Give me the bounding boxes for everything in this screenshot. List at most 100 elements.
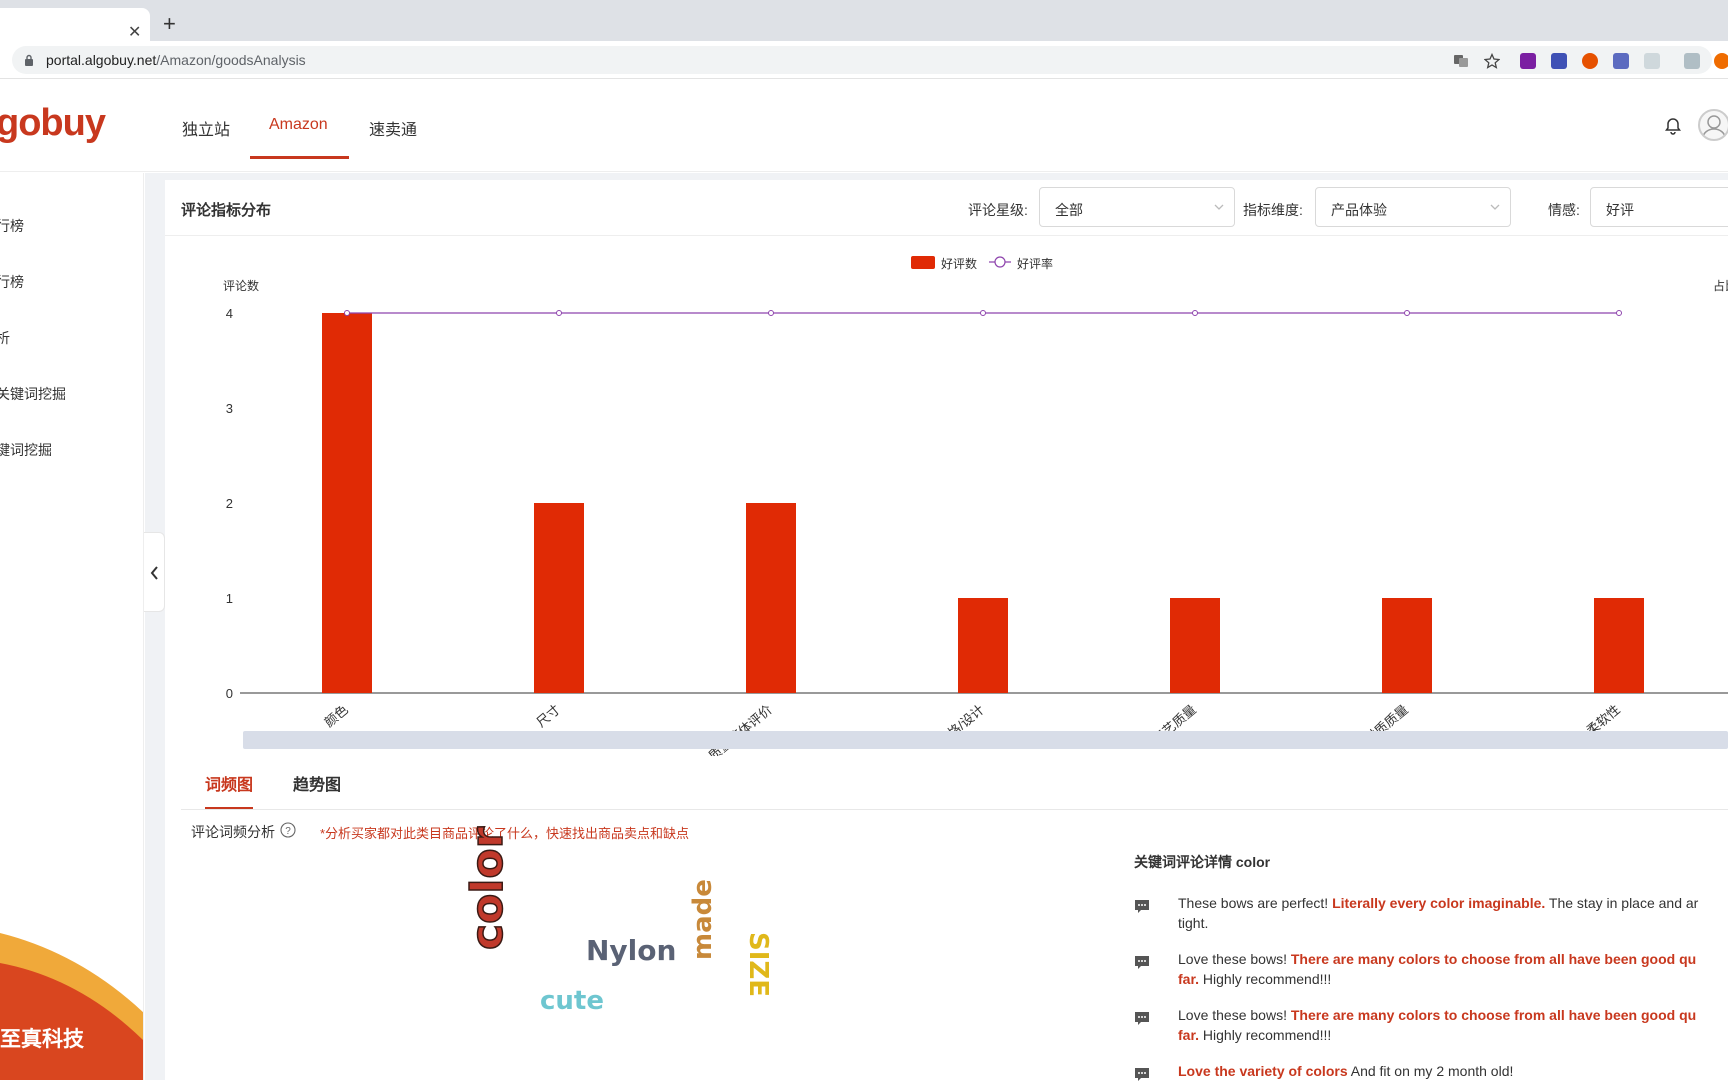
tab-trend[interactable]: 趋势图 <box>293 771 341 795</box>
extension-rp-icon[interactable] <box>1520 53 1536 69</box>
sentiment-select[interactable]: 好评 <box>1590 187 1728 227</box>
review-item: Love the variety of colors And fit on my… <box>1178 1061 1728 1081</box>
extension-play-icon[interactable] <box>1613 53 1629 69</box>
extension-js-icon[interactable] <box>1684 53 1700 69</box>
review-text: Highly recommend!!! <box>1199 971 1332 987</box>
word-frequency-label: 评论词频分析 <box>191 824 275 840</box>
new-tab-icon[interactable]: + <box>163 11 176 37</box>
review-highlight: Literally every color imaginable. <box>1332 895 1546 911</box>
url-text: portal.algobuy.net/Amazon/goodsAnalysis <box>46 52 306 68</box>
review-text: Love these bows! <box>1178 951 1291 967</box>
wordcloud-word-nylon[interactable]: Nylon <box>586 934 676 967</box>
x-tick-label: 颜色 <box>321 702 351 730</box>
rate-point <box>1404 310 1410 316</box>
rate-point <box>768 310 774 316</box>
legend-bar-swatch <box>911 256 935 269</box>
nav-aliexpress[interactable]: 速卖通 <box>369 116 417 140</box>
rate-point <box>1192 310 1198 316</box>
chevron-down-icon <box>1490 204 1500 210</box>
bar <box>1594 598 1644 693</box>
y-tick-label: 4 <box>226 306 233 321</box>
lock-icon <box>25 54 33 66</box>
bar <box>1170 598 1220 693</box>
svg-text:?: ? <box>285 826 291 837</box>
dimension-select-value: 产品体验 <box>1331 202 1387 218</box>
bookmark-star-icon[interactable] <box>1484 53 1500 69</box>
dimension-filter-label: 指标维度: <box>1243 202 1303 218</box>
y-tick-label: 3 <box>226 401 233 416</box>
comment-icon <box>1135 1012 1149 1025</box>
avatar[interactable] <box>1698 109 1728 141</box>
y-tick-label: 0 <box>226 686 233 701</box>
card-title: 评论指标分布 <box>181 202 272 219</box>
sidebar-item-ranking-1[interactable]: 行榜 <box>0 216 24 236</box>
keyword-detail-title: 关键词评论详情 color <box>1134 854 1271 870</box>
bar <box>958 598 1008 693</box>
bar <box>534 503 584 693</box>
rate-point <box>556 310 562 316</box>
wordcloud-word-color[interactable]: color <box>461 826 514 951</box>
review-text: The stay in place and ar <box>1545 895 1699 911</box>
comment-icon <box>1135 956 1149 969</box>
review-highlight: There are many colors to choose from all… <box>1290 1007 1697 1023</box>
legend-line-marker <box>994 256 1006 268</box>
chevron-left-icon <box>150 566 158 580</box>
extension-s-icon[interactable] <box>1714 53 1728 69</box>
bar <box>746 503 796 693</box>
url-path: /Amazon/goodsAnalysis <box>156 52 306 68</box>
legend-label: 好评率 <box>1017 256 1053 271</box>
star-select[interactable]: 全部 <box>1039 187 1235 227</box>
browser-tab-bar: ✕ + <box>0 0 1728 41</box>
sidebar-item-ranking-2[interactable]: 行榜 <box>0 272 24 292</box>
review-text: These bows are perfect! <box>1178 895 1333 911</box>
review-highlight: far. <box>1178 971 1200 987</box>
y-axis-right-title: 占比 <box>1713 278 1728 293</box>
browser-tab[interactable]: ✕ <box>0 8 150 41</box>
bar <box>1382 598 1432 693</box>
bar <box>322 313 372 693</box>
sidebar-item-keyword-mining-1[interactable]: 关键词挖掘 <box>0 384 66 404</box>
help-icon[interactable]: ? <box>280 822 296 838</box>
nav-amazon[interactable]: Amazon <box>269 116 328 134</box>
data-zoom-slider <box>243 731 1728 749</box>
extension-orange-icon[interactable] <box>1582 53 1598 69</box>
sidebar-item-analysis[interactable]: 析 <box>0 328 10 348</box>
sidebar: 行榜 行榜 析 关键词挖掘 键词挖掘 至真科技 <box>0 173 144 1080</box>
sidebar-banner-text: 至真科技 <box>0 1028 84 1051</box>
tab-word-frequency[interactable]: 词频图 <box>205 771 253 795</box>
review-text: Highly recommend!!! <box>1199 1027 1332 1043</box>
extension-jh-icon[interactable] <box>1551 53 1567 69</box>
dimension-select[interactable]: 产品体验 <box>1315 187 1511 227</box>
close-tab-icon[interactable]: ✕ <box>128 22 141 42</box>
rate-point <box>344 310 350 316</box>
wordcloud-word-size[interactable]: SIZE <box>743 932 773 997</box>
extension-search-icon[interactable] <box>1644 53 1660 69</box>
translate-icon[interactable] <box>1453 53 1469 69</box>
sidebar-item-keyword-mining-2[interactable]: 键词挖掘 <box>0 440 52 460</box>
wordcloud-word-made[interactable]: made <box>688 879 718 960</box>
review-text: tight. <box>1178 915 1209 931</box>
rate-point <box>1616 310 1622 316</box>
url-host: portal.algobuy.net <box>46 52 157 68</box>
star-filter-label: 评论星级: <box>968 202 1028 218</box>
comment-icon <box>1135 900 1149 913</box>
review-text: And fit on my 2 month old! <box>1347 1063 1514 1079</box>
logo[interactable]: gobuy <box>0 102 106 145</box>
review-highlight: There are many colors to choose from all… <box>1290 951 1697 967</box>
review-text: Love these bows! <box>1178 1007 1291 1023</box>
chevron-down-icon <box>1214 204 1224 210</box>
avatar-user-icon <box>1702 115 1726 139</box>
nav-standalone-site[interactable]: 独立站 <box>182 116 230 140</box>
bell-icon[interactable] <box>1664 117 1682 135</box>
star-select-value: 全部 <box>1055 202 1083 218</box>
sidebar-banner <box>0 933 143 1080</box>
wordcloud-word-cute[interactable]: cute <box>540 986 604 1016</box>
rate-point <box>980 310 986 316</box>
y-tick-label: 2 <box>226 496 233 511</box>
sidebar-collapse-button[interactable] <box>144 532 165 612</box>
review-highlight: far. <box>1178 1027 1200 1043</box>
review-item: Love these bows! There are many colors t… <box>1178 949 1728 989</box>
review-metrics-chart: 好评数好评率评论数占比01234颜色尺寸质量整体评价风格/设计工艺质量材质质量柔… <box>223 256 1728 756</box>
tabs-divider <box>181 809 1728 810</box>
address-bar: portal.algobuy.net/Amazon/goodsAnalysis <box>0 41 1728 79</box>
